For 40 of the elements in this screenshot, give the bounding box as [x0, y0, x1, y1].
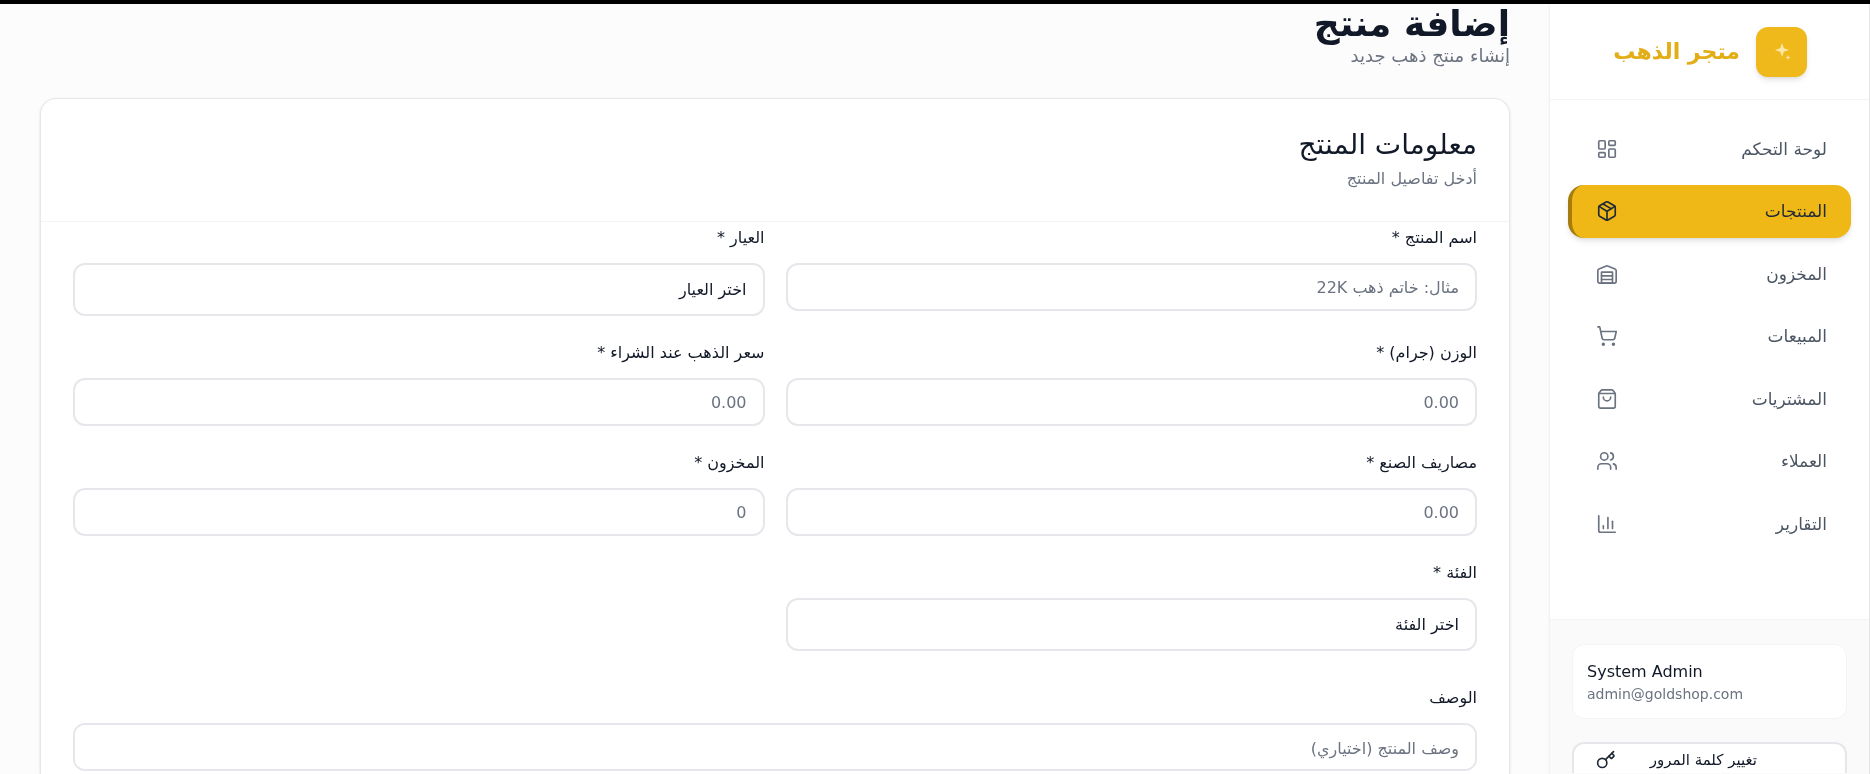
page-title: إضافة منتج	[1312, 4, 1510, 44]
nav-item[interactable]: العملاء	[1568, 434, 1851, 488]
card-subtitle: أدخل تفاصيل المنتج	[1345, 167, 1477, 190]
users-icon	[1596, 450, 1618, 472]
text-field[interactable]: 0.00	[785, 488, 1477, 536]
field-label: الوصف	[1428, 687, 1477, 710]
field-label: المخزون *	[693, 452, 765, 475]
brand-name: متجر الذهب	[1613, 38, 1740, 67]
textarea-field[interactable]: وصف المنتج (اختياري)	[73, 723, 1477, 771]
field-label: الوزن (جرام) *	[1375, 342, 1477, 365]
bag-icon	[1596, 387, 1618, 410]
sparkle-icon	[1756, 26, 1807, 77]
cart-icon	[1596, 325, 1618, 347]
select-field[interactable]: اختر العيار	[73, 263, 765, 316]
change-password-button[interactable]: تغيير كلمة المرور	[1572, 742, 1847, 773]
field-label: الفئة *	[1432, 562, 1477, 584]
text-field[interactable]: 0.00	[785, 378, 1477, 426]
text-field[interactable]: 0	[73, 488, 765, 536]
nav-item[interactable]: لوحة التحكم	[1568, 122, 1851, 175]
field-label: مصاريف الصنع *	[1365, 452, 1477, 475]
field-label: العيار *	[715, 227, 765, 249]
field-label: سعر الذهب عند الشراء *	[596, 342, 765, 365]
nav-item[interactable]: المخزون	[1568, 247, 1851, 300]
key-icon	[1596, 750, 1616, 770]
user-email: admin@goldshop.com	[1587, 684, 1745, 704]
nav-item[interactable]: التقارير	[1568, 497, 1851, 550]
page-subtitle: إنشاء منتج ذهب جديد	[1349, 45, 1510, 68]
select-field[interactable]: اختر الفئة	[785, 598, 1477, 651]
field-label: اسم المنتج *	[1390, 227, 1477, 249]
nav-item[interactable]: المشتريات	[1568, 372, 1851, 425]
bar-chart-icon	[1596, 512, 1618, 535]
text-field[interactable]: 0.00	[73, 378, 765, 426]
warehouse-icon	[1596, 262, 1618, 285]
cube-icon	[1596, 200, 1618, 222]
card-title: معلومات المنتج	[1297, 127, 1477, 163]
grid-icon	[1596, 137, 1618, 160]
nav-item[interactable]: المبيعات	[1568, 309, 1851, 363]
user-name: System Admin	[1587, 660, 1704, 683]
nav-item[interactable]: المنتجات	[1568, 184, 1851, 238]
text-field[interactable]: مثال: خاتم ذهب 22K	[785, 263, 1477, 311]
